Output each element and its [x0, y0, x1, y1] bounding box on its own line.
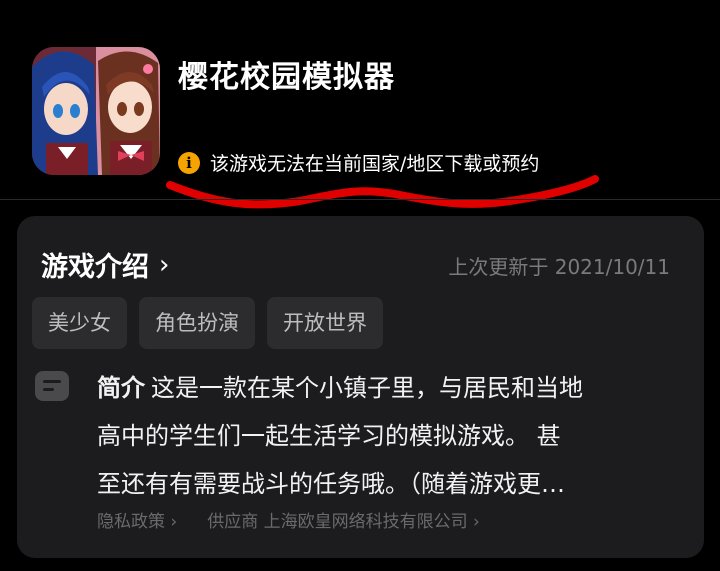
- last-updated: 上次更新于 2021/10/11: [448, 255, 670, 279]
- description-label: 简介: [97, 374, 145, 402]
- footer-links: 隐私政策 › 供应商 上海欧皇网络科技有限公司 ›: [97, 507, 480, 532]
- chevron-right-icon: ›: [159, 249, 170, 280]
- app-title: 樱花校园模拟器: [178, 60, 395, 95]
- tag-chip[interactable]: 开放世界: [267, 297, 383, 349]
- privacy-policy-link[interactable]: 隐私政策 ›: [97, 507, 177, 532]
- tag-chip[interactable]: 角色扮演: [139, 297, 255, 349]
- app-icon: [32, 47, 160, 175]
- tag-list: 美少女 角色扮演 开放世界: [32, 297, 383, 349]
- description-line: 高中的学生们一起生活学习的模拟游戏。 甚: [97, 422, 561, 450]
- anime-girls-illustration: [32, 47, 160, 175]
- description-icon: [35, 371, 69, 401]
- description[interactable]: 简介 这是一款在某个小镇子里，与居民和当地 高中的学生们一起生活学习的模拟游戏。 …: [97, 364, 677, 508]
- game-intro-card: 游戏介绍 › 上次更新于 2021/10/11 美少女 角色扮演 开放世界 简介…: [17, 216, 704, 558]
- divider: [0, 199, 720, 200]
- game-intro-title: 游戏介绍: [41, 252, 149, 283]
- provider-link[interactable]: 供应商 上海欧皇网络科技有限公司 ›: [207, 507, 480, 532]
- description-line: 这是一款在某个小镇子里，与居民和当地: [151, 374, 583, 402]
- description-line: 至还有有需要战斗的任务哦。（随着游戏更…: [97, 470, 565, 498]
- tag-chip[interactable]: 美少女: [32, 297, 127, 349]
- game-intro-heading[interactable]: 游戏介绍 ›: [41, 245, 169, 284]
